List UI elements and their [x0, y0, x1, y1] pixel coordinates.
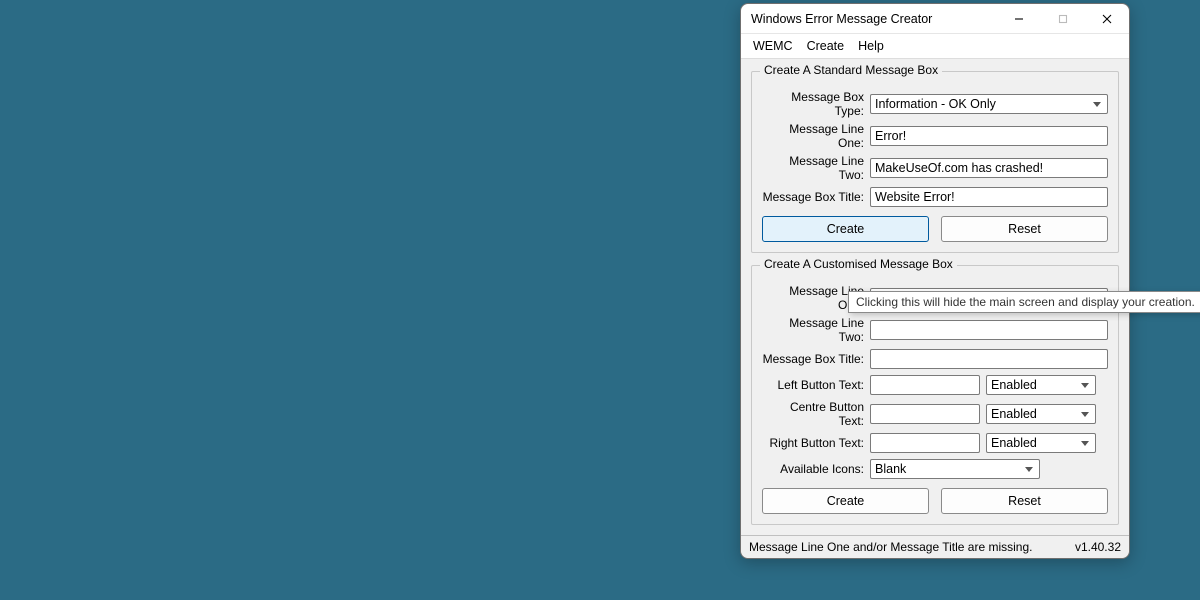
- line2-label: Message Line Two:: [762, 154, 870, 182]
- row-right-btn: Right Button Text: Enabled: [762, 432, 1108, 454]
- custom-line2-input[interactable]: [870, 320, 1108, 340]
- line1-label: Message Line One:: [762, 122, 870, 150]
- custom-legend: Create A Customised Message Box: [760, 257, 957, 271]
- icons-select[interactable]: Blank: [870, 459, 1040, 479]
- custom-reset-button[interactable]: Reset: [941, 488, 1108, 514]
- standard-legend: Create A Standard Message Box: [760, 63, 942, 77]
- left-btn-label: Left Button Text:: [762, 378, 870, 392]
- app-window: Windows Error Message Creator WEMC Creat…: [740, 3, 1130, 559]
- menu-create[interactable]: Create: [807, 39, 845, 53]
- custom-row-title: Message Box Title:: [762, 348, 1108, 370]
- type-select-value: Information - OK Only: [875, 97, 996, 111]
- standard-group: Create A Standard Message Box Message Bo…: [751, 71, 1119, 253]
- chevron-down-icon: [1081, 441, 1089, 446]
- centre-btn-input[interactable]: [870, 404, 980, 424]
- standard-reset-button[interactable]: Reset: [941, 216, 1108, 242]
- line2-input[interactable]: [870, 158, 1108, 178]
- right-btn-input[interactable]: [870, 433, 980, 453]
- minimize-icon: [1014, 14, 1024, 24]
- left-btn-state-value: Enabled: [991, 378, 1037, 392]
- custom-button-row: Create Reset: [762, 488, 1108, 514]
- chevron-down-icon: [1081, 383, 1089, 388]
- titlebar: Windows Error Message Creator: [741, 4, 1129, 34]
- status-message: Message Line One and/or Message Title ar…: [749, 540, 1075, 554]
- custom-title-label: Message Box Title:: [762, 352, 870, 366]
- minimize-button[interactable]: [997, 4, 1041, 33]
- custom-line2-label: Message Line Two:: [762, 316, 870, 344]
- type-label: Message Box Type:: [762, 90, 870, 118]
- row-line2: Message Line Two:: [762, 154, 1108, 182]
- left-btn-state-select[interactable]: Enabled: [986, 375, 1096, 395]
- type-select[interactable]: Information - OK Only: [870, 94, 1108, 114]
- centre-btn-state-select[interactable]: Enabled: [986, 404, 1096, 424]
- line1-input[interactable]: [870, 126, 1108, 146]
- row-title: Message Box Title:: [762, 186, 1108, 208]
- menubar: WEMC Create Help: [741, 34, 1129, 59]
- row-type: Message Box Type: Information - OK Only: [762, 90, 1108, 118]
- statusbar: Message Line One and/or Message Title ar…: [741, 535, 1129, 558]
- title-input[interactable]: [870, 187, 1108, 207]
- close-button[interactable]: [1085, 4, 1129, 33]
- chevron-down-icon: [1081, 412, 1089, 417]
- standard-create-button[interactable]: Create: [762, 216, 929, 242]
- centre-btn-state-value: Enabled: [991, 407, 1037, 421]
- row-icons: Available Icons: Blank: [762, 458, 1108, 480]
- left-btn-input[interactable]: [870, 375, 980, 395]
- tooltip: Clicking this will hide the main screen …: [848, 291, 1200, 313]
- icons-select-value: Blank: [875, 462, 906, 476]
- chevron-down-icon: [1025, 467, 1033, 472]
- chevron-down-icon: [1093, 102, 1101, 107]
- right-btn-state-value: Enabled: [991, 436, 1037, 450]
- custom-row-line2: Message Line Two:: [762, 316, 1108, 344]
- maximize-icon: [1058, 14, 1068, 24]
- version-label: v1.40.32: [1075, 540, 1121, 554]
- right-btn-state-select[interactable]: Enabled: [986, 433, 1096, 453]
- row-line1: Message Line One:: [762, 122, 1108, 150]
- menu-wemc[interactable]: WEMC: [753, 39, 793, 53]
- close-icon: [1102, 14, 1112, 24]
- row-left-btn: Left Button Text: Enabled: [762, 374, 1108, 396]
- row-centre-btn: Centre Button Text: Enabled: [762, 400, 1108, 428]
- right-btn-label: Right Button Text:: [762, 436, 870, 450]
- standard-button-row: Create Reset: [762, 216, 1108, 242]
- menu-help[interactable]: Help: [858, 39, 884, 53]
- custom-title-input[interactable]: [870, 349, 1108, 369]
- maximize-button[interactable]: [1041, 4, 1085, 33]
- centre-btn-label: Centre Button Text:: [762, 400, 870, 428]
- icons-label: Available Icons:: [762, 462, 870, 476]
- title-label: Message Box Title:: [762, 190, 870, 204]
- custom-create-button[interactable]: Create: [762, 488, 929, 514]
- window-title: Windows Error Message Creator: [741, 12, 997, 26]
